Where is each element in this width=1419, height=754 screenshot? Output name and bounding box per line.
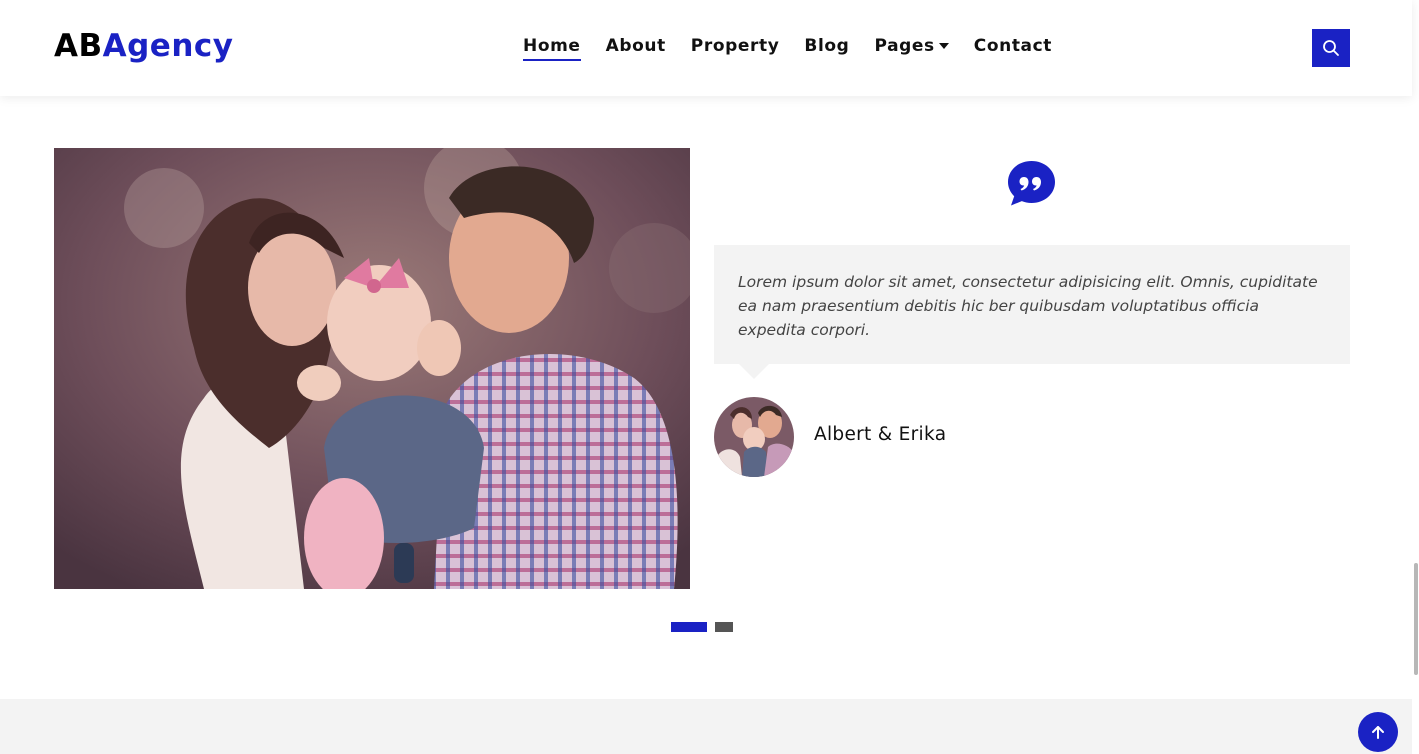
- avatar: [714, 397, 794, 477]
- navbar: ABAgency Home About Property Blog Pages …: [0, 0, 1412, 96]
- nav-blog[interactable]: Blog: [804, 33, 849, 59]
- nav-contact[interactable]: Contact: [974, 33, 1052, 59]
- footer-band: [0, 699, 1412, 754]
- caret-down-icon: [938, 43, 949, 49]
- nav-home[interactable]: Home: [523, 33, 581, 61]
- search-icon: [1323, 40, 1339, 56]
- main-nav: Home About Property Blog Pages Contact: [523, 33, 1077, 61]
- carousel-dot-1[interactable]: [671, 622, 707, 632]
- brand-part-2: Agency: [102, 28, 234, 64]
- search-button[interactable]: [1312, 29, 1350, 67]
- testimonial-photo: [54, 148, 690, 589]
- nav-property[interactable]: Property: [691, 33, 780, 59]
- nav-pages-dropdown[interactable]: Pages: [874, 33, 949, 59]
- nav-about[interactable]: About: [606, 33, 666, 59]
- back-to-top-button[interactable]: [1358, 712, 1398, 752]
- nav-pages-label: Pages: [874, 36, 935, 56]
- quote-tail: [739, 364, 769, 379]
- quote-icon: [1008, 161, 1055, 206]
- arrow-up-icon: [1372, 726, 1384, 739]
- testimonial-quote-box: Lorem ipsum dolor sit amet, consectetur …: [714, 245, 1350, 364]
- brand-part-1: AB: [54, 28, 103, 64]
- testimonial-text: Lorem ipsum dolor sit amet, consectetur …: [738, 273, 1318, 339]
- brand-logo[interactable]: ABAgency: [54, 28, 234, 64]
- carousel-dot-2[interactable]: [715, 622, 733, 632]
- testimonial-author: Albert & Erika: [814, 424, 947, 445]
- scrollbar-thumb[interactable]: [1414, 563, 1418, 675]
